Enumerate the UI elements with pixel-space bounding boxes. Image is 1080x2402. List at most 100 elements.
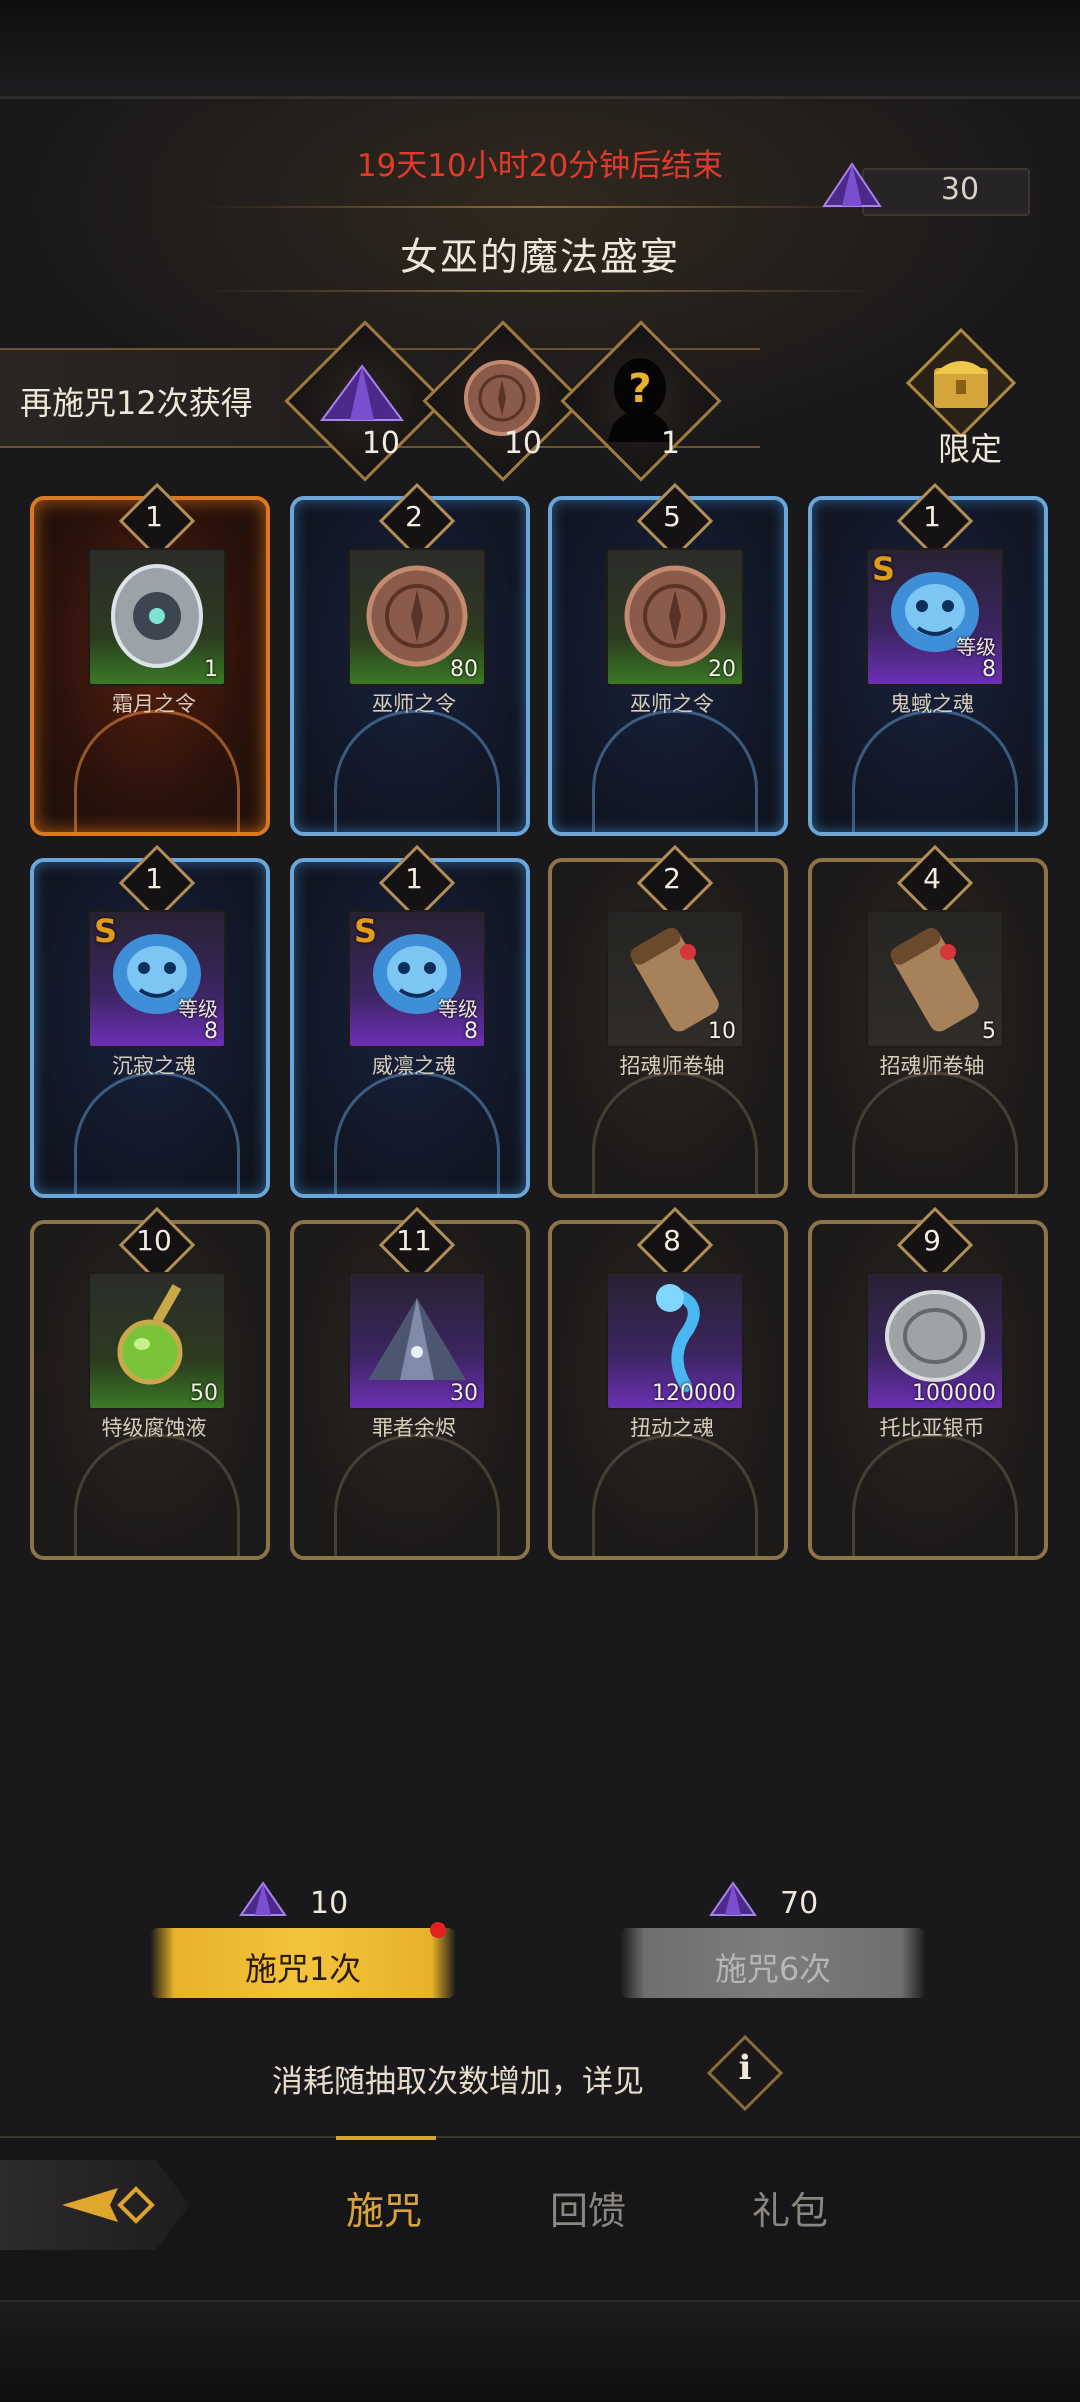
card-arch-decoration [74, 710, 240, 833]
card-count-value: 9 [923, 1224, 941, 1257]
item-icon-frame: 80 [348, 548, 486, 686]
card-count-value: 11 [396, 1224, 432, 1257]
milestone-text: 再施咒12次获得 [20, 384, 253, 422]
reward-card[interactable]: 1 S 等级 8 沉寂之魂 [30, 844, 270, 1198]
item-name: 威凛之魂 [372, 1054, 456, 1078]
limited-chest-icon[interactable] [906, 328, 1016, 438]
card-count-value: 1 [145, 862, 163, 895]
card-count-value: 2 [405, 500, 423, 533]
event-timer: 19天10小时20分钟后结束 [356, 148, 724, 184]
cast-once-label: 施咒1次 [244, 1950, 362, 1988]
item-quantity: 50 [190, 1381, 218, 1406]
reward-card[interactable]: 10 50 特级腐蚀液 [30, 1206, 270, 1560]
cost-note: 消耗随抽取次数增加，详见 [272, 2064, 644, 2100]
item-name: 托比亚银币 [879, 1416, 985, 1440]
item-name: 特级腐蚀液 [101, 1416, 207, 1440]
rank-s-icon: S [354, 912, 378, 950]
limited-label: 限定 [937, 430, 1002, 468]
item-icon-frame: 50 [88, 1272, 226, 1410]
item-name: 沉寂之魂 [112, 1054, 196, 1078]
reward-card[interactable]: 2 10 招魂师卷轴 [548, 844, 788, 1198]
item-level-label: 等级 [438, 997, 478, 1021]
card-arch-decoration [852, 1072, 1018, 1195]
reward-card[interactable]: 8 120000 扭动之魂 [548, 1206, 788, 1560]
item-icon-frame: S 等级 8 [88, 910, 226, 1048]
purple-crystal-icon [709, 1881, 757, 1916]
purple-crystal-icon [320, 364, 404, 421]
title-divider-top [200, 206, 880, 208]
rank-s-icon: S [94, 912, 118, 950]
tab-feedback[interactable]: 回馈 [550, 2180, 626, 2235]
item-quantity: 80 [450, 657, 478, 682]
card-arch-decoration [334, 1072, 500, 1195]
item-level-label: 等级 [178, 997, 218, 1021]
card-arch-decoration [592, 1072, 758, 1195]
item-icon-frame: 10 [606, 910, 744, 1048]
card-arch-decoration [852, 1434, 1018, 1557]
item-icon-frame: 30 [348, 1272, 486, 1410]
item-quantity: 1 [204, 657, 218, 682]
card-count-value: 1 [145, 500, 163, 533]
item-quantity: 10 [708, 1019, 736, 1044]
reward-card[interactable]: 1 S 等级 8 威凛之魂 [290, 844, 530, 1198]
svg-text:?: ? [628, 366, 651, 412]
back-arrow-icon [62, 2186, 155, 2224]
info-icon: i [738, 2048, 752, 2088]
reward-card[interactable]: 1 1 霜月之令 [30, 482, 270, 836]
reward-count-3: 1 [660, 426, 680, 461]
item-icon-frame: 20 [606, 548, 744, 686]
card-arch-decoration [592, 1434, 758, 1557]
active-tab-indicator [336, 2136, 436, 2140]
item-name: 巫师之令 [372, 692, 456, 716]
card-count-value: 1 [405, 862, 423, 895]
tab-gift-pack[interactable]: 礼包 [752, 2180, 828, 2235]
item-name: 巫师之令 [630, 692, 714, 716]
card-count-value: 1 [923, 500, 941, 533]
reward-count-1: 10 [361, 426, 400, 461]
card-arch-decoration [334, 1434, 500, 1557]
card-arch-decoration [74, 1434, 240, 1557]
item-name: 招魂师卷轴 [619, 1054, 725, 1078]
item-quantity: 20 [708, 657, 736, 682]
item-quantity: 8 [464, 1019, 478, 1044]
purple-crystal-icon [822, 162, 882, 207]
notification-dot [430, 1922, 446, 1938]
item-quantity: 120000 [652, 1381, 736, 1406]
item-quantity: 100000 [912, 1381, 996, 1406]
item-icon-frame: 100000 [866, 1272, 1004, 1410]
item-icon-frame: 5 [866, 910, 1004, 1048]
reward-card[interactable]: 1 S 等级 8 鬼蜮之魂 [808, 482, 1048, 836]
card-count-value: 5 [663, 500, 681, 533]
item-quantity: 30 [450, 1381, 478, 1406]
card-count-value: 2 [663, 862, 681, 895]
item-name: 扭动之魂 [630, 1416, 714, 1440]
item-icon-frame: S 等级 8 [866, 548, 1004, 686]
item-icon-frame: S 等级 8 [348, 910, 486, 1048]
cast-six-label: 施咒6次 [714, 1950, 832, 1988]
purple-crystal-icon [239, 1881, 287, 1916]
item-quantity: 8 [204, 1019, 218, 1044]
item-quantity: 5 [982, 1019, 996, 1044]
item-icon-frame: 120000 [606, 1272, 744, 1410]
card-arch-decoration [852, 710, 1018, 833]
item-name: 霜月之令 [112, 692, 196, 716]
reward-card[interactable]: 2 80 巫师之令 [290, 482, 530, 836]
card-arch-decoration [74, 1072, 240, 1195]
reward-card[interactable]: 4 5 招魂师卷轴 [808, 844, 1048, 1198]
card-arch-decoration [592, 710, 758, 833]
item-name: 鬼蜮之魂 [890, 692, 974, 716]
item-name: 罪者余烬 [372, 1416, 456, 1440]
tab-cast[interactable]: 施咒 [346, 2180, 422, 2235]
bottom-ornate-strip [0, 2300, 1080, 2402]
card-count-value: 8 [663, 1224, 681, 1257]
item-icon-frame: 1 [88, 548, 226, 686]
card-arch-decoration [334, 710, 500, 833]
reward-card[interactable]: 5 20 巫师之令 [548, 482, 788, 836]
reward-card[interactable]: 9 100000 托比亚银币 [808, 1206, 1048, 1560]
event-title: 女巫的魔法盛宴 [399, 235, 680, 279]
item-name: 招魂师卷轴 [879, 1054, 985, 1078]
single-cast-cost: 10 [310, 1886, 349, 1921]
reward-card[interactable]: 11 30 罪者余烬 [290, 1206, 530, 1560]
item-level-label: 等级 [956, 635, 996, 659]
card-count-value: 4 [923, 862, 941, 895]
